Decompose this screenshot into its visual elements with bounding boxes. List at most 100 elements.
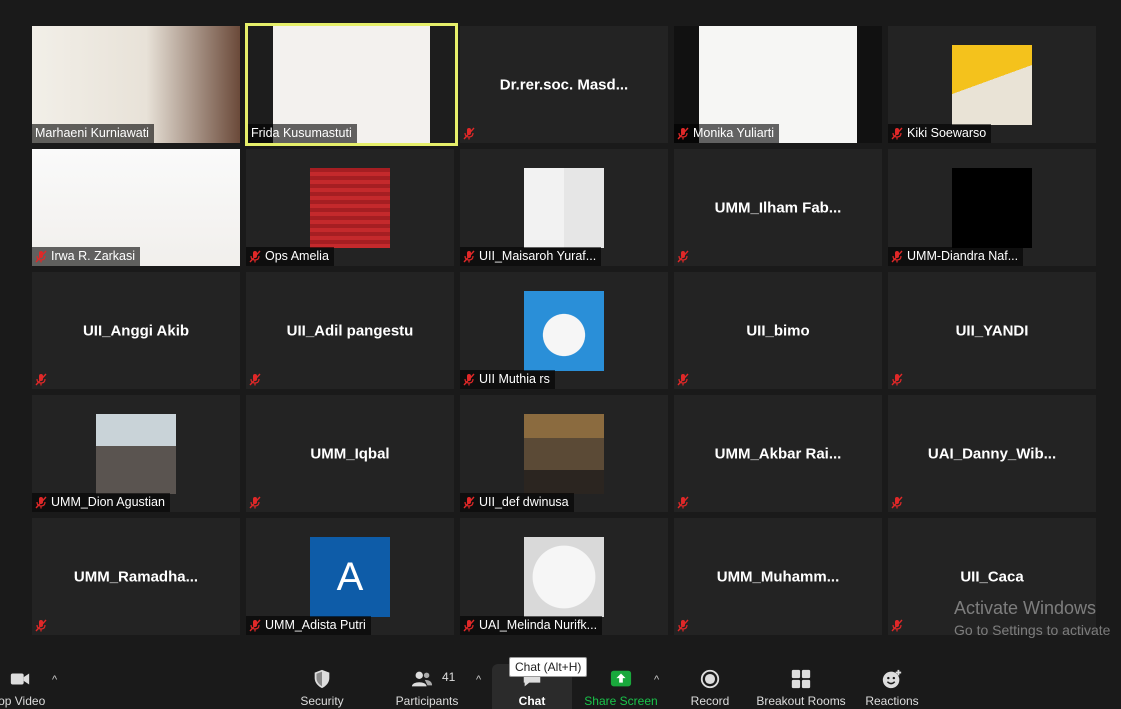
participant-name-label: [674, 247, 694, 266]
share-screen-button[interactable]: Share Screen: [582, 660, 660, 709]
share-screen-label: Share Screen: [584, 694, 658, 708]
participant-tile[interactable]: UMM_Muhamm...: [674, 518, 882, 635]
participant-tile[interactable]: Monika Yuliarti: [674, 26, 882, 143]
participant-avatar: [524, 167, 604, 248]
video-gallery: Marhaeni Kurniawati Frida Kusumastuti Dr.r…: [0, 0, 1121, 660]
muted-microphone-icon: [249, 373, 261, 386]
muted-microphone-icon: [463, 496, 475, 509]
share-options-caret[interactable]: ^: [654, 674, 659, 686]
participant-name-label: [888, 493, 908, 512]
participant-name-label: UMM_Adista Putri: [246, 616, 371, 635]
shield-icon: [314, 669, 330, 689]
participant-center-name: UII_Caca: [960, 568, 1024, 585]
participant-name-label: Monika Yuliarti: [674, 124, 780, 143]
muted-microphone-icon: [891, 496, 903, 509]
participant-tile[interactable]: Irwa R. Zarkasi: [32, 149, 240, 266]
muted-microphone-icon: [677, 619, 689, 632]
participant-tile[interactable]: Kiki Soewarso: [888, 26, 1096, 143]
participant-name: UMM-Diandra Naf...: [907, 249, 1019, 263]
participants-count: 41: [442, 670, 456, 684]
participant-avatar: [524, 413, 604, 494]
security-button[interactable]: Security: [292, 660, 352, 709]
participant-center-name: UMM_Ilham Fab...: [714, 199, 842, 216]
participant-tile[interactable]: UII_YANDI: [888, 272, 1096, 389]
breakout-rooms-button[interactable]: Breakout Rooms: [752, 660, 850, 709]
muted-microphone-icon: [249, 619, 261, 632]
participant-name: Frida Kusumastuti: [251, 126, 352, 140]
participant-name: UII Muthia rs: [479, 372, 550, 386]
watermark-subtitle: Go to Settings to activate: [954, 622, 1111, 638]
record-button[interactable]: Record: [680, 660, 740, 709]
muted-microphone-icon: [463, 373, 475, 386]
muted-microphone-icon: [35, 373, 47, 386]
muted-microphone-icon: [35, 250, 47, 263]
participant-letter-avatar: A: [310, 536, 390, 617]
participant-tile[interactable]: UMM_Iqbal: [246, 395, 454, 512]
muted-microphone-icon: [249, 496, 261, 509]
participant-tile[interactable]: UMM_Ilham Fab...: [674, 149, 882, 266]
reactions-label: Reactions: [865, 694, 919, 708]
participants-options-caret[interactable]: ^: [476, 674, 481, 686]
participant-tile[interactable]: UII_Maisaroh Yuraf...: [460, 149, 668, 266]
participant-tile[interactable]: Marhaeni Kurniawati: [32, 26, 240, 143]
participant-tile[interactable]: UMM_Ramadha...: [32, 518, 240, 635]
participant-name: UMM_Adista Putri: [265, 618, 366, 632]
record-icon: [700, 669, 720, 689]
participant-name-label: [674, 370, 694, 389]
participant-tile[interactable]: UII_bimo: [674, 272, 882, 389]
participant-name: UAI_Melinda Nurifk...: [479, 618, 598, 632]
participants-button[interactable]: 41 Participants: [392, 660, 462, 709]
participant-tile[interactable]: A UMM_Adista Putri: [246, 518, 454, 635]
participant-name-label: [246, 370, 266, 389]
windows-activation-watermark: Activate Windows Go to Settings to activ…: [954, 598, 1110, 638]
participant-name-label: UAI_Melinda Nurifk...: [460, 616, 603, 635]
participant-avatar: [524, 290, 604, 371]
participant-tile[interactable]: Frida Kusumastuti: [245, 23, 458, 146]
participant-center-name: UMM_Ramadha...: [73, 568, 199, 585]
participant-tile[interactable]: UAI_Melinda Nurifk...: [460, 518, 668, 635]
participant-name: Kiki Soewarso: [907, 126, 987, 140]
participant-name: UII_def dwinusa: [479, 495, 569, 509]
record-label: Record: [690, 694, 730, 708]
chat-label: Chat: [518, 694, 546, 708]
participant-tile[interactable]: UII_Adil pangestu: [246, 272, 454, 389]
muted-microphone-icon: [463, 250, 475, 263]
muted-microphone-icon: [677, 496, 689, 509]
participant-center-name: UMM_Akbar Rai...: [714, 445, 842, 462]
participant-name: Irwa R. Zarkasi: [51, 249, 136, 263]
participant-tile[interactable]: UII_Anggi Akib: [32, 272, 240, 389]
participant-name-label: UII_def dwinusa: [460, 493, 574, 512]
reactions-smiley-icon: [882, 669, 902, 689]
participant-center-name: UAI_Danny_Wib...: [927, 445, 1057, 462]
participant-tile[interactable]: Ops Amelia: [246, 149, 454, 266]
participant-name-label: [32, 616, 52, 635]
reactions-button[interactable]: Reactions: [860, 660, 924, 709]
participant-name: Ops Amelia: [265, 249, 329, 263]
participant-center-name: UII_YANDI: [955, 322, 1029, 339]
participant-avatar: [96, 413, 176, 494]
chat-tooltip: Chat (Alt+H): [509, 657, 588, 677]
participants-icon: [411, 671, 433, 687]
video-options-caret[interactable]: ^: [52, 674, 57, 686]
muted-microphone-icon: [35, 496, 47, 509]
participant-name-label: Marhaeni Kurniawati: [32, 124, 154, 143]
participant-tile[interactable]: UMM_Dion Agustian: [32, 395, 240, 512]
participant-name: UMM_Dion Agustian: [51, 495, 165, 509]
participant-tile[interactable]: UAI_Danny_Wib...: [888, 395, 1096, 512]
participant-name-label: [32, 370, 52, 389]
participant-tile[interactable]: Dr.rer.soc. Masd...: [460, 26, 668, 143]
participant-avatar: [310, 167, 390, 248]
participant-tile[interactable]: UMM-Diandra Naf...: [888, 149, 1096, 266]
participant-name-label: UII_Maisaroh Yuraf...: [460, 247, 602, 266]
muted-microphone-icon: [463, 127, 475, 140]
participant-center-name: UII_Anggi Akib: [82, 322, 190, 339]
muted-microphone-icon: [891, 127, 903, 140]
participant-tile[interactable]: UII Muthia rs: [460, 272, 668, 389]
participant-tile[interactable]: UII_def dwinusa: [460, 395, 668, 512]
participant-tile[interactable]: UMM_Akbar Rai...: [674, 395, 882, 512]
participant-name-label: [246, 493, 266, 512]
stop-video-button[interactable]: top Video: [0, 660, 60, 709]
participant-name-label: Irwa R. Zarkasi: [32, 247, 141, 266]
participants-label: Participants: [395, 694, 459, 708]
participant-name-label: UII Muthia rs: [460, 370, 555, 389]
